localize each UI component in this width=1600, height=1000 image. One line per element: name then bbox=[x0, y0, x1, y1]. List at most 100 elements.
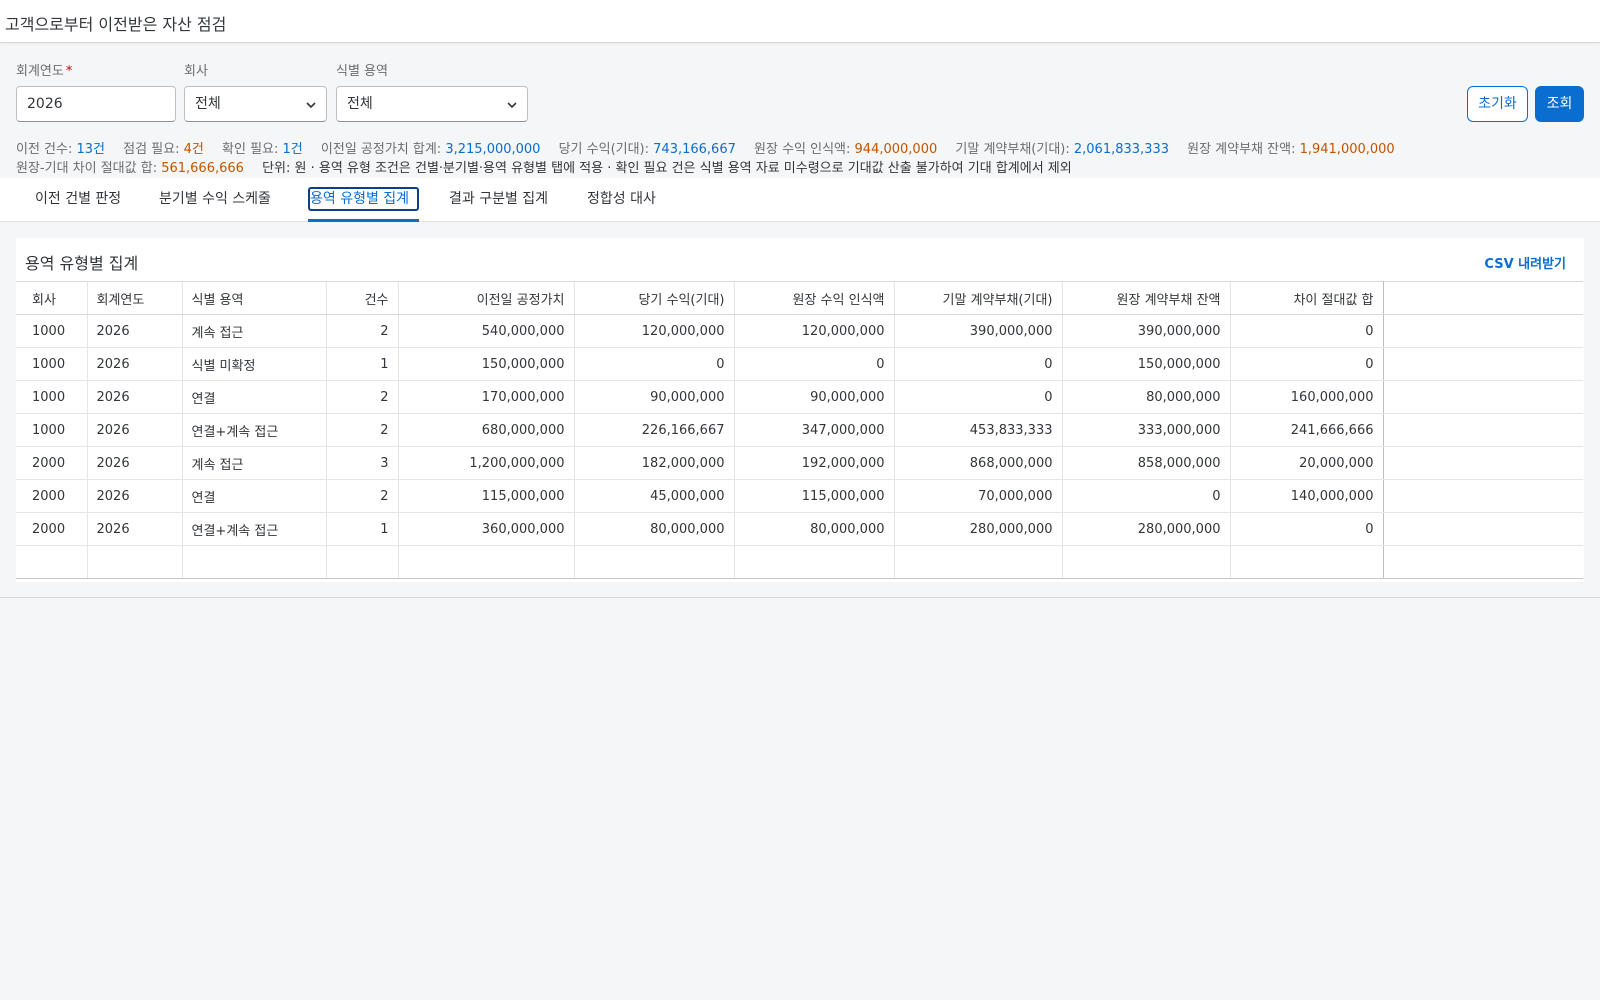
panel-title: 용역 유형별 집계 bbox=[25, 254, 139, 273]
title-bar: 고객으로부터 이전받은 자산 점검 bbox=[0, 0, 1600, 43]
cell-count: 1 bbox=[326, 512, 399, 546]
tab-bar: 이전 건별 판정 분기별 수익 스케줄 용역 유형별 집계 결과 구분별 집계 … bbox=[0, 178, 1600, 222]
chevron-down-icon bbox=[306, 102, 316, 109]
summary-panel: 용역 유형별 집계 CSV 내려받기 회사 회계연도 식별 용역 건수 이전일 … bbox=[16, 238, 1584, 582]
cell-fair-value: 170,000,000 bbox=[398, 380, 575, 414]
tab-result-category-summary[interactable]: 결과 구분별 집계 bbox=[447, 178, 550, 222]
summary-abs-diff: 원장-기대 차이 절대값 합: 561,666,666 bbox=[16, 161, 244, 176]
cell-liability-expected: 280,000,000 bbox=[894, 512, 1063, 546]
cell-ledger-revenue: 0 bbox=[734, 347, 895, 381]
company-select[interactable]: 전체 bbox=[184, 86, 327, 122]
company-select-value: 전체 bbox=[195, 96, 221, 112]
table-row[interactable]: 1000 2026 계속 접근 2 540,000,000 120,000,000 120,… bbox=[16, 314, 1583, 348]
cell-fiscal-year: 2026 bbox=[87, 413, 183, 447]
cell-empty bbox=[16, 545, 88, 579]
service-label: 식별 용역 bbox=[336, 64, 388, 79]
summary-bar: 이전 건수: 13건 점검 필요: 4건 확인 필요: 1건 이전일 공정가치 … bbox=[16, 140, 1586, 178]
summary-transfer-count: 이전 건수: 13건 bbox=[16, 142, 106, 157]
cell-fair-value: 1,200,000,000 bbox=[398, 446, 575, 480]
cell-service: 계속 접근 bbox=[182, 446, 327, 480]
fiscal-year-input[interactable]: 2026 bbox=[16, 86, 176, 122]
cell-empty bbox=[326, 545, 399, 579]
table-row[interactable]: 2000 2026 연결+계속 접근 1 360,000,000 80,000,000 80… bbox=[16, 512, 1583, 546]
table-row[interactable]: 1000 2026 식별 미확정 1 150,000,000 0 0 0 150,000,000… bbox=[16, 347, 1583, 381]
col-header-ledger-revenue[interactable]: 원장 수익 인식액 bbox=[734, 281, 895, 315]
summary-ledger-liability: 원장 계약부채 잔액: 1,941,000,000 bbox=[1187, 142, 1395, 157]
col-header-abs-diff[interactable]: 차이 절대값 합 bbox=[1230, 281, 1384, 315]
cell-ledger-liability: 333,000,000 bbox=[1062, 413, 1231, 447]
cell-company: 1000 bbox=[16, 380, 88, 414]
cell-empty bbox=[1062, 545, 1231, 579]
cell-liability-expected: 390,000,000 bbox=[894, 314, 1063, 348]
col-header-company[interactable]: 회사 bbox=[16, 281, 88, 315]
cell-count: 2 bbox=[326, 413, 399, 447]
cell-ledger-revenue: 90,000,000 bbox=[734, 380, 895, 414]
cell-empty bbox=[1383, 545, 1583, 579]
cell-count: 2 bbox=[326, 380, 399, 414]
cell-company: 1000 bbox=[16, 347, 88, 381]
cell-company: 1000 bbox=[16, 314, 88, 348]
table-row[interactable]: 2000 2026 연결 2 115,000,000 45,000,000 115,000,… bbox=[16, 479, 1583, 513]
table-row[interactable]: 2000 2026 계속 접근 3 1,200,000,000 182,000,000 19… bbox=[16, 446, 1583, 480]
table-empty-row bbox=[16, 545, 1583, 579]
cell-count: 3 bbox=[326, 446, 399, 480]
cell-filler bbox=[1383, 446, 1583, 480]
cell-count: 2 bbox=[326, 479, 399, 513]
col-header-revenue-expected[interactable]: 당기 수익(기대) bbox=[574, 281, 735, 315]
cell-fiscal-year: 2026 bbox=[87, 512, 183, 546]
cell-ledger-revenue: 80,000,000 bbox=[734, 512, 895, 546]
tab-reconciliation[interactable]: 정합성 대사 bbox=[585, 178, 658, 222]
csv-download-link[interactable]: CSV 내려받기 bbox=[1484, 253, 1566, 272]
cell-revenue-expected: 0 bbox=[574, 347, 735, 381]
cell-filler bbox=[1383, 380, 1583, 414]
cell-service: 계속 접근 bbox=[182, 314, 327, 348]
col-header-liability-expected[interactable]: 기말 계약부채(기대) bbox=[894, 281, 1063, 315]
tab-transfer-judgment[interactable]: 이전 건별 판정 bbox=[33, 178, 123, 222]
cell-abs-diff: 20,000,000 bbox=[1230, 446, 1384, 480]
col-header-fiscal-year[interactable]: 회계연도 bbox=[87, 281, 183, 315]
fiscal-year-label: 회계연도 * bbox=[16, 64, 73, 79]
cell-empty bbox=[87, 545, 183, 579]
service-select-value: 전체 bbox=[347, 96, 373, 112]
summary-ledger-revenue: 원장 수익 인식액: 944,000,000 bbox=[754, 142, 938, 157]
focus-ring bbox=[308, 187, 419, 211]
search-button[interactable]: 조회 bbox=[1535, 86, 1584, 122]
summary-confirm-needed: 확인 필요: 1건 bbox=[222, 142, 303, 157]
cell-fair-value: 680,000,000 bbox=[398, 413, 575, 447]
summary-contract-liability-expected: 기말 계약부채(기대): 2,061,833,333 bbox=[955, 142, 1169, 157]
cell-abs-diff: 241,666,666 bbox=[1230, 413, 1384, 447]
cell-ledger-liability: 858,000,000 bbox=[1062, 446, 1231, 480]
cell-company: 2000 bbox=[16, 512, 88, 546]
cell-abs-diff: 140,000,000 bbox=[1230, 479, 1384, 513]
cell-filler bbox=[1383, 347, 1583, 381]
cell-company: 2000 bbox=[16, 479, 88, 513]
page-divider bbox=[0, 597, 1600, 598]
company-label: 회사 bbox=[184, 64, 208, 79]
col-header-filler bbox=[1383, 281, 1583, 315]
cell-liability-expected: 453,833,333 bbox=[894, 413, 1063, 447]
cell-service: 연결 bbox=[182, 479, 327, 513]
table-row[interactable]: 1000 2026 연결+계속 접근 2 680,000,000 226,166,667 3… bbox=[16, 413, 1583, 447]
cell-fair-value: 115,000,000 bbox=[398, 479, 575, 513]
reset-button[interactable]: 초기화 bbox=[1467, 86, 1528, 122]
cell-ledger-revenue: 120,000,000 bbox=[734, 314, 895, 348]
tab-quarterly-revenue[interactable]: 분기별 수익 스케줄 bbox=[157, 178, 273, 222]
col-header-ledger-liability[interactable]: 원장 계약부채 잔액 bbox=[1062, 281, 1231, 315]
cell-filler bbox=[1383, 479, 1583, 513]
col-header-service[interactable]: 식별 용역 bbox=[182, 281, 327, 315]
table-header-row: 회사 회계연도 식별 용역 건수 이전일 공정가치 당기 수익(기대) 원장 수… bbox=[16, 281, 1583, 315]
tab-service-type-summary[interactable]: 용역 유형별 집계 bbox=[308, 178, 419, 222]
cell-filler bbox=[1383, 512, 1583, 546]
table-row[interactable]: 1000 2026 연결 2 170,000,000 90,000,000 90,000,0… bbox=[16, 380, 1583, 414]
col-header-count[interactable]: 건수 bbox=[326, 281, 399, 315]
chevron-down-icon bbox=[507, 102, 517, 109]
summary-note: 단위: 원 · 용역 유형 조건은 건별·분기별·용역 유형별 탭에 적용 · … bbox=[262, 161, 1072, 176]
cell-liability-expected: 868,000,000 bbox=[894, 446, 1063, 480]
cell-ledger-liability: 80,000,000 bbox=[1062, 380, 1231, 414]
cell-service: 연결 bbox=[182, 380, 327, 414]
cell-revenue-expected: 45,000,000 bbox=[574, 479, 735, 513]
service-select[interactable]: 전체 bbox=[336, 86, 528, 122]
cell-liability-expected: 0 bbox=[894, 380, 1063, 414]
cell-fiscal-year: 2026 bbox=[87, 380, 183, 414]
col-header-fair-value[interactable]: 이전일 공정가치 bbox=[398, 281, 575, 315]
